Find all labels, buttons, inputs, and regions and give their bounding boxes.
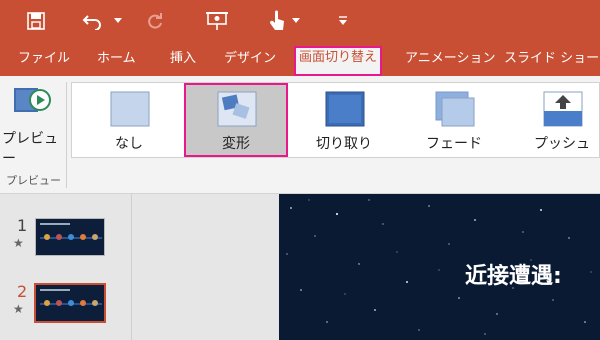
- preview-icon: [14, 88, 51, 112]
- tab-home[interactable]: ホーム: [97, 47, 136, 71]
- transition-push[interactable]: プッシュ: [510, 83, 600, 157]
- none-icon: [110, 91, 150, 127]
- transition-label: 切り取り: [316, 136, 372, 152]
- main-slide-canvas[interactable]: 近接遭遇:: [279, 194, 600, 340]
- preview-button[interactable]: プレビュー: [0, 76, 66, 167]
- transition-label: 変形: [222, 136, 250, 152]
- tab-transitions[interactable]: 画面切り替え: [294, 46, 383, 76]
- touch-mode-icon[interactable]: [266, 9, 288, 33]
- slide-thumbnail-2[interactable]: [34, 283, 106, 323]
- transition-label: なし: [115, 136, 143, 152]
- present-from-start-icon[interactable]: [205, 9, 231, 33]
- undo-icon[interactable]: [80, 9, 106, 33]
- animation-star-icon: ★: [13, 302, 24, 316]
- transition-cut[interactable]: 切り取り: [292, 83, 396, 157]
- tab-file[interactable]: ファイル: [18, 47, 70, 71]
- fade-icon: [435, 91, 475, 127]
- transition-morph[interactable]: 変形: [184, 83, 288, 157]
- tab-design[interactable]: デザイン: [224, 47, 276, 71]
- tab-slide-show[interactable]: スライド ショー: [504, 47, 599, 71]
- transition-label: フェード: [426, 136, 482, 152]
- slide-thumbnail-pane: 1 ★ 2 ★: [0, 194, 132, 340]
- transition-label: プッシュ: [534, 136, 590, 152]
- slide-thumbnail-1[interactable]: [35, 218, 105, 256]
- slide-number: 1: [17, 216, 28, 235]
- preview-label: プレビュー: [2, 131, 58, 167]
- slide-number: 2: [17, 282, 28, 301]
- touch-mode-dropdown-icon[interactable]: [290, 9, 302, 33]
- undo-dropdown-icon[interactable]: [112, 9, 124, 33]
- transition-none[interactable]: なし: [77, 83, 181, 157]
- transitions-gallery: なし 変形 切り取り フェード プッシュ: [71, 82, 600, 158]
- slide-title: 近接遭遇:: [465, 264, 562, 289]
- transition-fade[interactable]: フェード: [402, 83, 506, 157]
- ribbon-tabs: ファイル ホーム 挿入 デザイン 画面切り替え アニメーション スライド ショー: [0, 42, 600, 76]
- redo-icon[interactable]: [144, 9, 166, 33]
- quick-access-toolbar: [0, 0, 600, 42]
- push-icon: [543, 91, 583, 127]
- cut-icon: [325, 91, 365, 127]
- morph-icon: [217, 91, 257, 127]
- save-icon[interactable]: [24, 9, 48, 33]
- ribbon: プレビュー プレビュー なし 変形 切り取り フェード プッシュ: [0, 76, 600, 194]
- animation-star-icon: ★: [13, 236, 24, 250]
- tab-animations[interactable]: アニメーション: [405, 47, 495, 71]
- customize-toolbar-icon[interactable]: [337, 9, 349, 33]
- preview-group-label: プレビュー: [6, 174, 61, 187]
- group-divider: [66, 82, 67, 188]
- tab-insert[interactable]: 挿入: [170, 47, 196, 71]
